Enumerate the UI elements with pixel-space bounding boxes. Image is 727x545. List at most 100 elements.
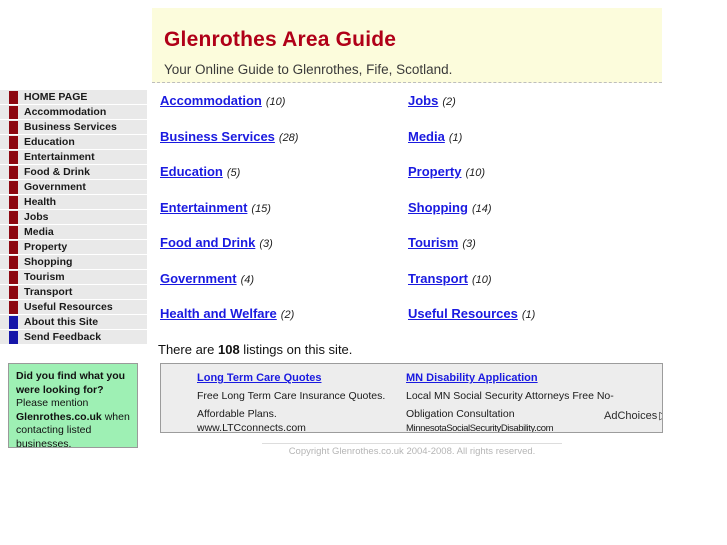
- category-row: Shopping (14): [408, 199, 535, 235]
- sidebar-item-label: Transport: [24, 286, 73, 298]
- category-row: Property (10): [408, 163, 535, 199]
- category-row: Jobs (2): [408, 92, 535, 128]
- category-row: Health and Welfare (2): [160, 305, 298, 341]
- bullet-square-icon: [9, 331, 18, 344]
- category-row: Useful Resources (1): [408, 305, 535, 341]
- category-count: (10): [465, 167, 486, 179]
- category-count: (2): [442, 96, 456, 108]
- category-link-useful-resources[interactable]: Useful Resources: [408, 306, 518, 321]
- sidebar-item-label: Government: [24, 181, 86, 193]
- category-row: Food and Drink (3): [160, 234, 298, 270]
- category-row: Tourism (3): [408, 234, 535, 270]
- category-link-entertainment[interactable]: Entertainment: [160, 200, 247, 215]
- category-link-shopping[interactable]: Shopping: [408, 200, 468, 215]
- sidebar-item-accommodation[interactable]: Accommodation: [0, 105, 147, 120]
- sidebar-item-transport[interactable]: Transport: [0, 285, 147, 300]
- category-link-accommodation[interactable]: Accommodation: [160, 93, 262, 108]
- sidebar-item-label: Entertainment: [24, 151, 95, 163]
- category-count: (10): [471, 273, 492, 286]
- sidebar-item-media[interactable]: Media: [0, 225, 147, 240]
- sidebar-item-property[interactable]: Property: [0, 240, 147, 255]
- promo-box: Did you find what you were looking for? …: [8, 363, 138, 450]
- ad-description: Local MN Social Security Attorneys Free …: [406, 390, 614, 420]
- category-link-tourism[interactable]: Tourism: [408, 235, 458, 250]
- adchoices-label: AdChoices: [604, 410, 658, 422]
- category-count: (14): [471, 202, 492, 215]
- sidebar-item-label: Health: [24, 196, 57, 208]
- bullet-square-icon: [9, 286, 18, 299]
- sidebar-navigation: HOME PAGE Accommodation Business Service…: [0, 90, 147, 345]
- sidebar-item-jobs[interactable]: Jobs: [0, 210, 147, 225]
- category-link-education[interactable]: Education: [160, 164, 223, 179]
- category-row: Education (5): [160, 163, 298, 199]
- category-count: (3): [259, 238, 273, 250]
- bullet-square-icon: [9, 211, 18, 224]
- promo-brand: Glenrothes.co.uk: [16, 410, 102, 423]
- sidebar-item-label: HOME PAGE: [24, 91, 88, 103]
- ad-display-url: www.LTCconnects.com: [197, 422, 306, 433]
- category-link-food-and-drink[interactable]: Food and Drink: [160, 235, 255, 250]
- page-root: Glenrothes Area Guide Your Online Guide …: [0, 0, 727, 545]
- sidebar-item-label: Useful Resources: [24, 301, 113, 313]
- category-link-transport[interactable]: Transport: [408, 271, 468, 286]
- category-count: (28): [278, 131, 299, 144]
- ad-unit-left: Long Term Care Quotes Free Long Term Car…: [197, 372, 429, 433]
- category-count: (10): [265, 96, 286, 108]
- category-link-health-and-welfare[interactable]: Health and Welfare: [160, 306, 277, 321]
- category-row: Business Services (28): [160, 128, 298, 164]
- category-column-left: Accommodation (10) Business Services (28) …: [160, 92, 298, 341]
- bullet-square-icon: [9, 226, 18, 239]
- sidebar-item-shopping[interactable]: Shopping: [0, 255, 147, 270]
- bullet-square-icon: [9, 166, 18, 179]
- ad-title-link[interactable]: MN Disability Application: [406, 372, 638, 384]
- sidebar-item-home-page[interactable]: HOME PAGE: [0, 90, 147, 105]
- category-count: (5): [226, 167, 241, 179]
- ad-title-link[interactable]: Long Term Care Quotes: [197, 372, 429, 384]
- category-count: (3): [462, 238, 476, 250]
- category-link-business-services[interactable]: Business Services: [160, 129, 275, 144]
- listing-total-prefix: There are: [158, 342, 218, 357]
- listing-total-count: 108: [217, 342, 240, 357]
- promo-text-before: Please mention: [16, 397, 89, 409]
- category-link-government[interactable]: Government: [160, 271, 237, 286]
- category-link-property[interactable]: Property: [408, 164, 461, 179]
- sidebar-item-label: Food & Drink: [24, 166, 90, 178]
- ad-unit-right: MN Disability Application Local MN Socia…: [406, 372, 638, 432]
- bullet-square-icon: [9, 91, 18, 104]
- category-count: (15): [251, 202, 271, 215]
- sidebar-item-useful-resources[interactable]: Useful Resources: [0, 300, 147, 315]
- sidebar-item-label: Send Feedback: [24, 331, 102, 343]
- sidebar-item-education[interactable]: Education: [0, 135, 147, 150]
- listing-total-suffix: listings on this site.: [239, 342, 353, 357]
- adchoices-badge[interactable]: AdChoices▷: [604, 409, 662, 422]
- bullet-square-icon: [9, 136, 18, 149]
- category-link-media[interactable]: Media: [408, 129, 445, 144]
- category-count: (1): [448, 131, 463, 144]
- category-row: Accommodation (10): [160, 92, 298, 128]
- category-count: (2): [280, 309, 295, 321]
- sidebar-item-label: Media: [24, 226, 54, 238]
- sidebar-item-entertainment[interactable]: Entertainment: [0, 150, 147, 165]
- sidebar-item-label: Education: [24, 136, 75, 148]
- category-row: Government (4): [160, 270, 298, 306]
- bullet-square-icon: [9, 196, 18, 209]
- sidebar-item-label: Business Services: [24, 121, 117, 133]
- ad-description: Free Long Term Care Insurance Quotes. Af…: [197, 390, 386, 420]
- footer-divider: [262, 443, 562, 444]
- sidebar-item-business-services[interactable]: Business Services: [0, 120, 147, 135]
- category-column-right: Jobs (2) Media (1) Property (10) Shopping (1…: [408, 92, 535, 341]
- sidebar-item-food-and-drink[interactable]: Food & Drink: [0, 165, 147, 180]
- sidebar-item-government[interactable]: Government: [0, 180, 147, 195]
- page-title: Glenrothes Area Guide: [164, 28, 397, 51]
- sidebar-item-about-this-site[interactable]: About this Site: [0, 315, 147, 330]
- category-row: Media (1): [408, 128, 535, 164]
- sidebar-item-label: Property: [24, 241, 68, 253]
- sidebar-item-label: Shopping: [24, 256, 73, 268]
- sidebar-item-label: Accommodation: [24, 106, 107, 118]
- category-row: Transport (10): [408, 270, 535, 306]
- sidebar-item-tourism[interactable]: Tourism: [0, 270, 147, 285]
- sidebar-item-send-feedback[interactable]: Send Feedback: [0, 330, 147, 345]
- category-count: (1): [521, 309, 536, 321]
- sidebar-item-health[interactable]: Health: [0, 195, 147, 210]
- category-link-jobs[interactable]: Jobs: [408, 93, 438, 108]
